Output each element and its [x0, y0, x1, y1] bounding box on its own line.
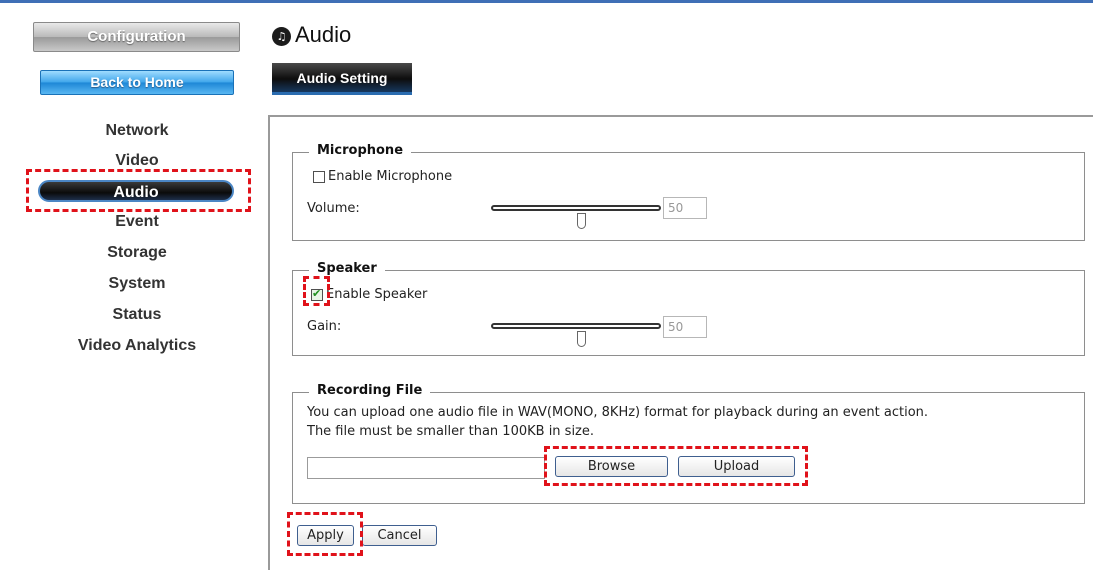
- enable-speaker-label: Enable Speaker: [326, 287, 428, 302]
- recording-description-line1: You can upload one audio file in WAV(MON…: [307, 405, 929, 420]
- volume-value-field[interactable]: 50: [663, 197, 707, 219]
- volume-slider[interactable]: [491, 205, 661, 211]
- volume-slider-handle[interactable]: [577, 213, 586, 229]
- highlight-speaker-checkbox: [303, 276, 330, 306]
- sidebar-item-storage[interactable]: Storage: [40, 244, 234, 262]
- cancel-button[interactable]: Cancel: [362, 525, 437, 546]
- recording-file-input[interactable]: [307, 457, 545, 479]
- back-to-home-button[interactable]: Back to Home: [40, 70, 234, 95]
- highlight-upload-buttons: [544, 446, 808, 486]
- highlight-apply-button: [287, 512, 363, 556]
- gain-value-field[interactable]: 50: [663, 316, 707, 338]
- recording-file-legend: Recording File: [309, 383, 431, 398]
- sidebar-item-system[interactable]: System: [40, 275, 234, 293]
- volume-label: Volume:: [307, 201, 360, 216]
- gain-slider-handle[interactable]: [577, 331, 586, 347]
- sidebar-item-event[interactable]: Event: [40, 213, 234, 231]
- enable-microphone-checkbox[interactable]: [313, 171, 325, 183]
- audio-icon: ♫: [272, 27, 291, 46]
- speaker-group: Speaker: [292, 261, 1085, 356]
- sidebar-item-status[interactable]: Status: [40, 306, 234, 324]
- gain-slider[interactable]: [491, 323, 661, 329]
- enable-microphone-label: Enable Microphone: [328, 169, 453, 184]
- sidebar-item-video-analytics[interactable]: Video Analytics: [40, 337, 234, 355]
- sidebar-item-network[interactable]: Network: [40, 122, 234, 140]
- microphone-legend: Microphone: [309, 143, 412, 158]
- top-border: [0, 0, 1093, 3]
- configuration-button[interactable]: Configuration: [33, 22, 240, 52]
- speaker-legend: Speaker: [309, 261, 385, 276]
- sidebar-item-video[interactable]: Video: [40, 152, 234, 170]
- highlight-audio-nav: [26, 169, 251, 212]
- tab-audio-setting[interactable]: Audio Setting: [272, 63, 412, 95]
- recording-description-line2: The file must be smaller than 100KB in s…: [307, 424, 595, 439]
- gain-label: Gain:: [307, 319, 342, 334]
- page-title: Audio: [295, 22, 352, 47]
